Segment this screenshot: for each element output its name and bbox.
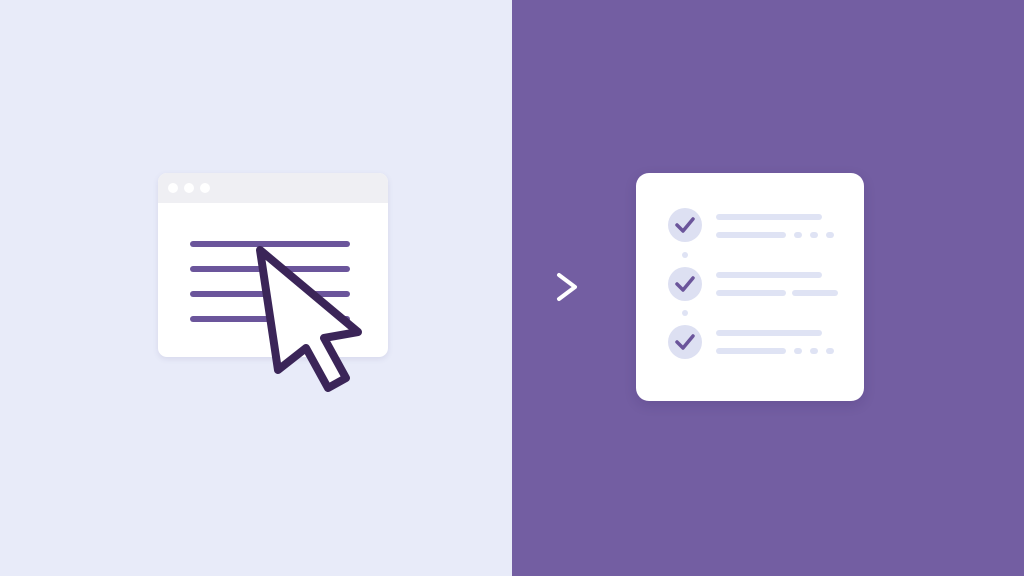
window-dot-icon — [168, 183, 178, 193]
check-circle-icon — [668, 208, 702, 242]
checklist-item-detail-line — [716, 232, 786, 238]
check-circle-icon — [668, 325, 702, 359]
checklist-item-detail-dot — [826, 232, 834, 238]
checklist-item-detail-dot — [794, 232, 802, 238]
browser-title-bar — [158, 173, 388, 203]
connector-dot — [682, 252, 688, 258]
checklist-item-title-line — [716, 330, 822, 336]
checklist-card — [636, 173, 864, 401]
window-dot-icon — [200, 183, 210, 193]
checklist-item-detail-line — [716, 290, 786, 296]
checklist-item-detail-dot — [826, 348, 834, 354]
checklist-item-title-line — [716, 214, 822, 220]
checklist-item-detail-line — [792, 290, 838, 296]
mouse-cursor-icon — [256, 246, 362, 392]
check-circle-icon — [668, 267, 702, 301]
checklist-item-detail-dot — [810, 232, 818, 238]
right-arrow-icon — [445, 273, 577, 301]
window-dot-icon — [184, 183, 194, 193]
connector-dot — [682, 310, 688, 316]
checklist-item-detail-dot — [794, 348, 802, 354]
checklist-item-detail-dot — [810, 348, 818, 354]
checklist-item-title-line — [716, 272, 822, 278]
checklist-item-detail-line — [716, 348, 786, 354]
